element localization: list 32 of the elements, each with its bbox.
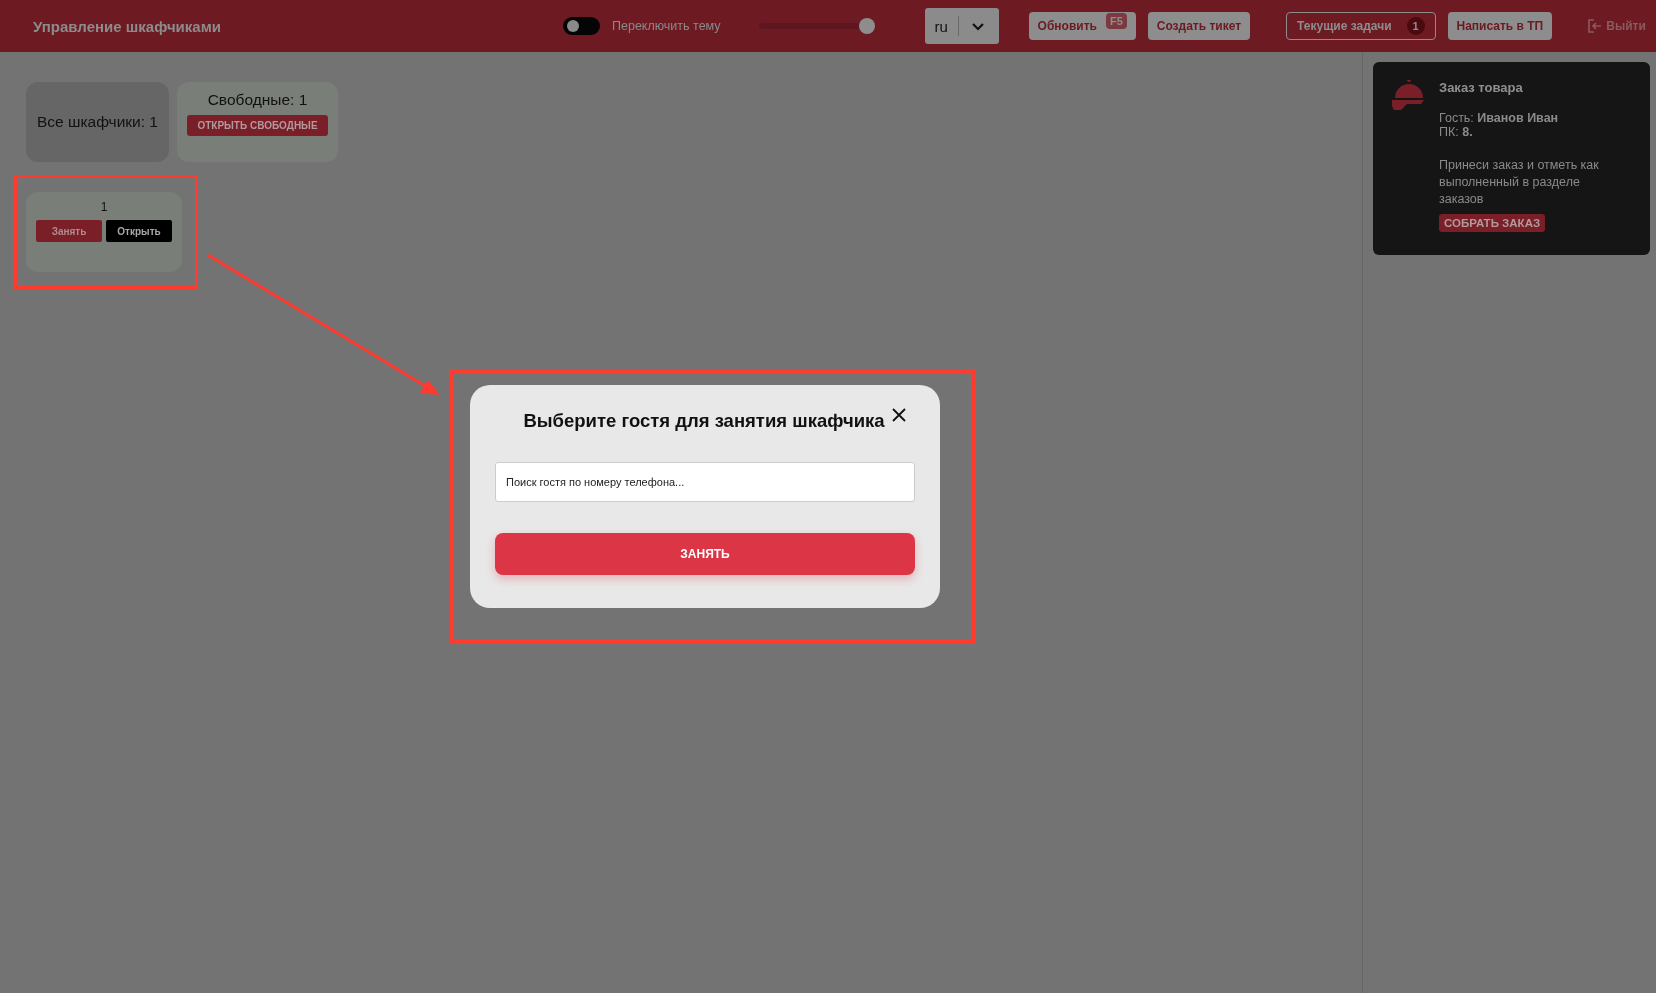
occupy-submit-button[interactable]: ЗАНЯТЬ xyxy=(495,533,915,575)
guest-line: Гость: Иванов Иван xyxy=(1439,111,1559,125)
open-free-button[interactable]: ОТКРЫТЬ СВОБОДНЫЕ xyxy=(187,115,328,136)
search-field[interactable]: Поиск гостя по номеру телефона... xyxy=(495,462,915,502)
logout-button[interactable]: Выйти xyxy=(1588,19,1646,33)
filter-card[interactable]: Все шкафчики: 1 xyxy=(26,82,169,162)
header-button[interactable]: Написать в ТП xyxy=(1447,12,1553,40)
tasks-button[interactable]: Текущие задачи 1 xyxy=(1286,12,1436,40)
logout-icon xyxy=(1588,19,1603,33)
slider-thumb[interactable] xyxy=(858,18,875,34)
notification-title: Заказ товара xyxy=(1439,80,1523,95)
cloche-icon xyxy=(1391,80,1425,112)
chevron-down-icon xyxy=(970,20,985,32)
locker-number: 1 xyxy=(100,200,108,214)
filter-label: Свободные: 1 xyxy=(207,91,308,109)
page-title: Управление шкафчиками xyxy=(33,17,222,35)
occupy-button[interactable]: Занять xyxy=(36,220,102,242)
header-button[interactable]: Создать тикет xyxy=(1147,12,1251,40)
shortcut-badge: F5 xyxy=(1105,13,1127,29)
count-badge: 1 xyxy=(1406,17,1425,35)
collect-order-button[interactable]: СОБРАТЬ ЗАКАЗ xyxy=(1439,214,1546,232)
refresh-button[interactable]: Обновить F5 xyxy=(1028,12,1136,40)
pc-line: ПК: 8. xyxy=(1439,125,1473,139)
language-select[interactable]: ru xyxy=(924,8,999,44)
open-button[interactable]: Открыть xyxy=(106,220,172,242)
filter-card[interactable]: Свободные: 1 ОТКРЫТЬ СВОБОДНЫЕ xyxy=(177,82,338,162)
notification-message: Принеси заказ и отметь как выполненный в разделе заказов xyxy=(1439,157,1600,208)
filter-label: Все шкафчики: 1 xyxy=(37,113,158,131)
theme-switch[interactable] xyxy=(563,17,600,35)
close-icon xyxy=(890,407,907,423)
theme-label: Переключить тему xyxy=(612,19,721,33)
modal-title: Выберите гостя для занятия шкафчика xyxy=(523,410,885,432)
